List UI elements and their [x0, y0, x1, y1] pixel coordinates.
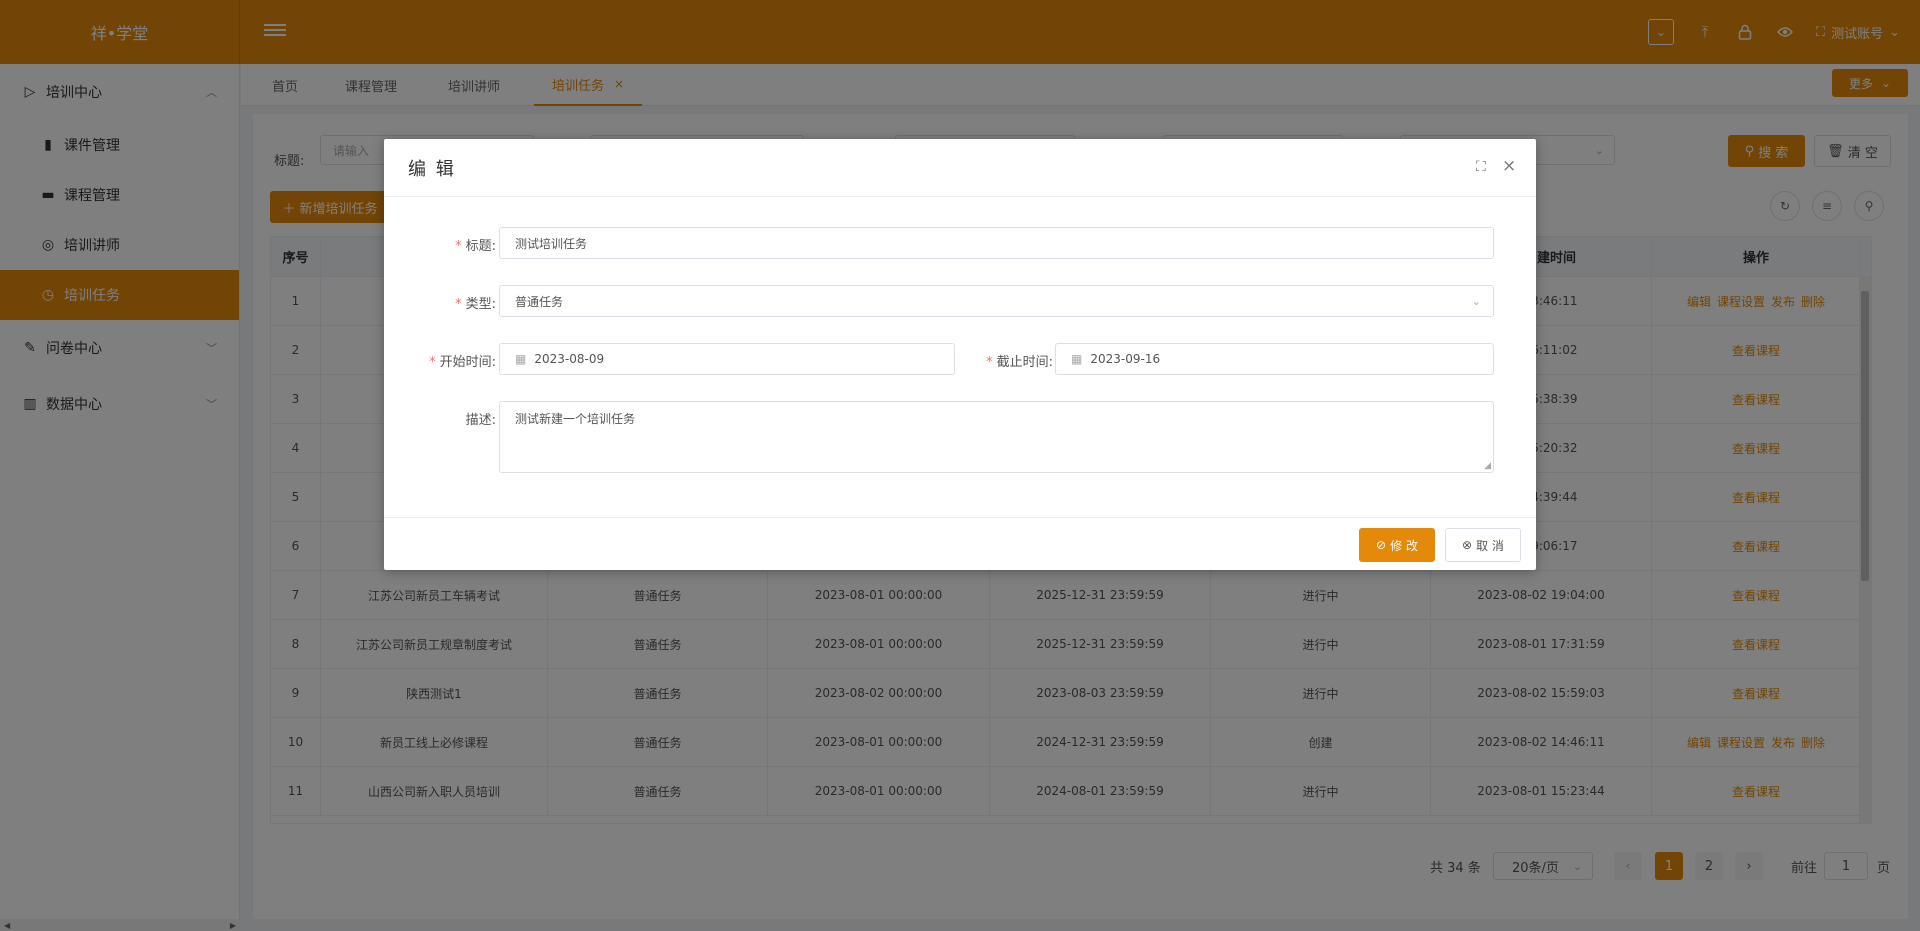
end-date-picker[interactable]: ▦ 2023-09-16	[1055, 343, 1494, 375]
submit-button-label: 修 改	[1390, 538, 1418, 553]
required-mark: *	[455, 297, 462, 312]
required-mark: *	[986, 355, 993, 370]
end-date-value: 2023-09-16	[1090, 352, 1161, 366]
calendar-icon: ▦	[1071, 352, 1083, 366]
calendar-icon: ▦	[515, 352, 527, 366]
start-label-text: 开始时间:	[439, 355, 496, 370]
start-date-picker[interactable]: ▦ 2023-08-09	[499, 343, 955, 375]
dialog-header: 编 辑 ⛶ ×	[384, 139, 1536, 197]
dialog-footer-divider	[384, 517, 1536, 518]
cancel-button[interactable]: ⊗ 取 消	[1445, 528, 1521, 562]
description-label: 描述:	[404, 409, 496, 428]
end-label-text: 截止时间:	[996, 355, 1053, 370]
end-time-label: * 截止时间:	[949, 351, 1053, 370]
title-input-value: 测试培训任务	[515, 236, 588, 251]
maximize-icon[interactable]: ⛶	[1476, 159, 1486, 175]
dialog-title: 编 辑	[408, 159, 456, 180]
desc-label-text: 描述:	[465, 413, 496, 428]
edit-dialog: 编 辑 ⛶ × * 标题: 测试培训任务 * 类型: 普通任务 ⌄ * 开始时间: ▦…	[384, 139, 1536, 570]
resize-handle-icon[interactable]: ◢	[1484, 461, 1491, 471]
title-field-label: * 标题:	[404, 235, 496, 254]
type-field-label: * 类型:	[404, 293, 496, 312]
cancel-button-label: 取 消	[1476, 538, 1504, 553]
type-select[interactable]: 普通任务 ⌄	[499, 285, 1494, 317]
start-time-label: * 开始时间:	[392, 351, 496, 370]
type-select-value: 普通任务	[515, 294, 564, 309]
type-label-text: 类型:	[465, 297, 496, 312]
submit-edit-button[interactable]: ⊘ 修 改	[1359, 528, 1435, 562]
check-circle-icon: ⊘	[1376, 538, 1387, 552]
required-mark: *	[429, 355, 436, 370]
title-input[interactable]: 测试培训任务	[499, 227, 1494, 259]
title-label-text: 标题:	[465, 239, 496, 254]
chevron-down-icon: ⌄	[1471, 294, 1481, 308]
close-icon[interactable]: ×	[1502, 156, 1516, 176]
required-mark: *	[455, 239, 462, 254]
start-date-value: 2023-08-09	[534, 352, 605, 366]
close-circle-icon: ⊗	[1462, 538, 1473, 552]
description-value: 测试新建一个培训任务	[515, 412, 636, 426]
description-textarea[interactable]: 测试新建一个培训任务 ◢	[499, 401, 1494, 473]
